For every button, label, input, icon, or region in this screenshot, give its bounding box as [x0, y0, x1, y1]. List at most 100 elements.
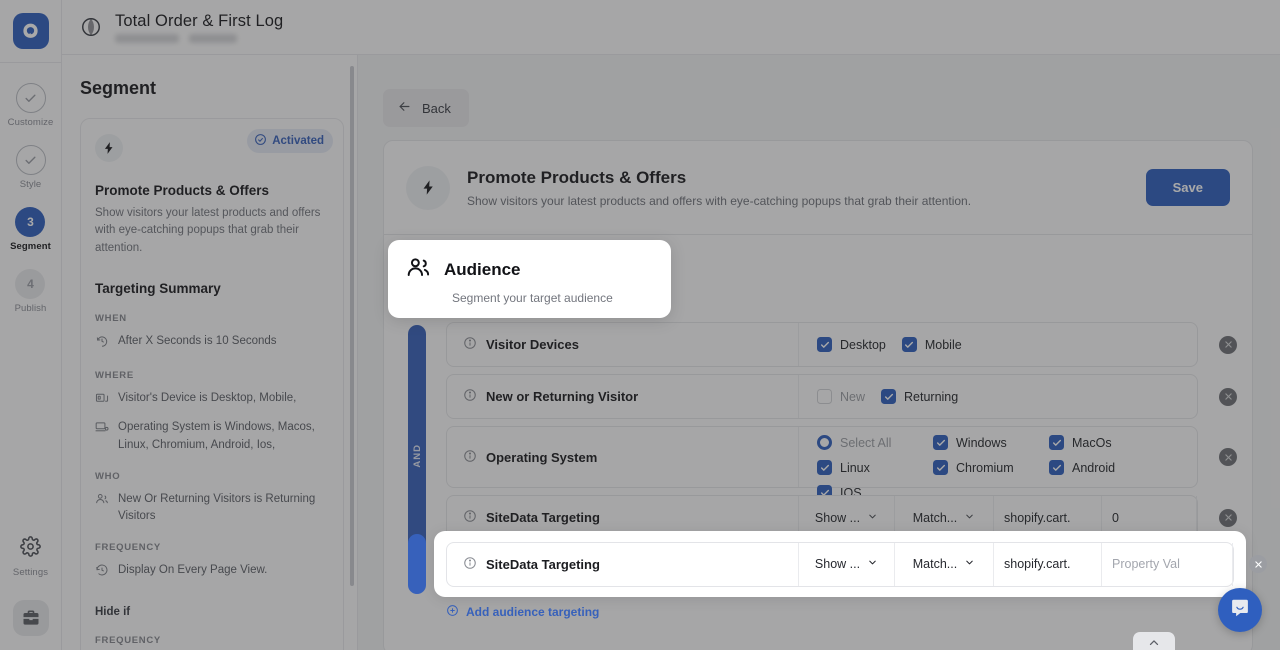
device-icon: [95, 390, 109, 410]
checkbox-label: Mobile: [924, 337, 962, 352]
settings-label: Settings: [12, 567, 49, 578]
close-icon[interactable]: [1219, 387, 1237, 406]
and-connector-highlight: [408, 534, 426, 594]
checkbox-chromium[interactable]: Chromium: [933, 460, 1029, 475]
checkbox-box[interactable]: [901, 337, 917, 352]
checkbox-box[interactable]: [1049, 460, 1064, 475]
checkbox-box[interactable]: [817, 337, 832, 352]
checkbox-new[interactable]: New: [817, 389, 865, 404]
sidebar-step-publish[interactable]: 4 Publish: [15, 269, 47, 314]
topbar-subtitle-redacted: [115, 33, 283, 43]
checkbox-box[interactable]: [1049, 435, 1064, 450]
topbar-texts: Total Order & First Log: [115, 12, 283, 43]
info-icon[interactable]: [463, 509, 477, 526]
back-button[interactable]: Back: [383, 89, 469, 127]
checkbox-android[interactable]: Android: [1049, 460, 1145, 475]
checkbox-box[interactable]: [933, 460, 948, 475]
segment-panel-title: Segment: [80, 78, 157, 98]
summary-kicker: WHEN: [95, 313, 127, 325]
add-audience-targeting-button[interactable]: Add audience targeting: [446, 604, 599, 620]
summary-group-when: WHEN After X Seconds is 10 Seconds: [95, 313, 329, 353]
checkbox-label: Desktop: [840, 337, 886, 352]
step-style-label: Style: [19, 179, 42, 190]
sitedata-value-input[interactable]: Property Val: [1102, 542, 1233, 586]
highlighted-rule-spotlight: SiteData Targeting Show ... Match... sho…: [434, 531, 1267, 597]
audience-popover: Audience Segment your target audience: [388, 240, 671, 318]
hide-if-group-frequency: FREQUENCY Stop Showing The Popup:: [95, 635, 329, 650]
checkbox-macos[interactable]: MacOs: [1049, 435, 1145, 450]
info-icon[interactable]: [463, 449, 477, 466]
summary-item: Operating System is Windows, Macos, Linu…: [95, 419, 329, 454]
sidebar-step-style[interactable]: Style: [15, 145, 46, 190]
checkbox-box[interactable]: [933, 435, 948, 450]
table-row: SiteData Targeting Show ... Match... sho…: [446, 541, 1267, 587]
sitedata-show-select[interactable]: Show ...: [799, 542, 895, 586]
checkbox-desktop[interactable]: Desktop: [817, 337, 886, 352]
users-icon: [95, 491, 109, 511]
campaign-summary-card: Activated Promote Products & Offers Show…: [80, 118, 344, 650]
timer-icon: [95, 333, 109, 353]
chevron-down-icon: [867, 557, 878, 571]
left-rail: Customize Style 3 Segment 4 Publish Sett…: [0, 0, 62, 650]
rail-divider: [0, 62, 62, 63]
checkbox-box[interactable]: [881, 389, 897, 404]
info-icon[interactable]: [463, 336, 477, 353]
hero-title: Promote Products & Offers: [467, 167, 687, 187]
checkbox-linux[interactable]: Linux: [817, 460, 913, 475]
checkbox-label: Returning: [904, 389, 959, 404]
briefcase-icon[interactable]: [12, 600, 49, 636]
checkbox-label: MacOs: [1072, 435, 1112, 450]
property-value: shopify.cart.: [1004, 510, 1071, 525]
rule-name-cell: New or Returning Visitor: [447, 375, 799, 418]
redacted-chip: [115, 33, 179, 43]
rule-rows: Visitor Devices Desktop Mobile New or Re…: [446, 322, 1237, 547]
summary-kicker: FREQUENCY: [95, 542, 161, 554]
checkbox-returning[interactable]: Returning: [881, 389, 958, 404]
audience-popover-subtitle: Segment your target audience: [452, 291, 613, 305]
app-logo-icon[interactable]: [12, 13, 49, 49]
rule-name-cell: Operating System: [447, 427, 799, 487]
step-customize-label: Customize: [7, 117, 54, 128]
chevron-down-icon: [964, 511, 975, 525]
value-placeholder: Property Val: [1112, 557, 1180, 571]
chat-bubble-icon: [1229, 597, 1251, 624]
checkbox-box[interactable]: [817, 389, 832, 404]
close-icon[interactable]: [1219, 448, 1237, 466]
rule-controls: Desktop Mobile: [799, 323, 1197, 366]
select-value: Match...: [912, 557, 958, 571]
redacted-chip: [189, 33, 237, 43]
sidebar-step-customize[interactable]: Customize: [8, 83, 54, 128]
save-button[interactable]: Save: [1145, 169, 1230, 206]
summary-item: Visitor's Device is Desktop, Mobile,: [95, 390, 329, 410]
rule-name-label: SiteData Targeting: [486, 556, 600, 572]
checkbox-windows[interactable]: Windows: [933, 435, 1029, 450]
info-icon[interactable]: [463, 388, 477, 405]
summary-group-frequency: FREQUENCY Display On Every Page View.: [95, 542, 329, 582]
check-circle-icon: [254, 133, 267, 149]
close-icon[interactable]: [1219, 508, 1237, 527]
sidebar-item-settings[interactable]: Settings: [13, 536, 48, 578]
sidebar-step-segment[interactable]: 3 Segment: [10, 207, 51, 252]
checkbox-box[interactable]: [817, 460, 832, 475]
info-icon[interactable]: [463, 556, 477, 573]
radio-button[interactable]: [817, 435, 832, 450]
rule-name-cell: Visitor Devices: [447, 323, 799, 366]
summary-item-text: Operating System is Windows, Macos, Linu…: [118, 421, 315, 451]
chevron-up-icon: [1147, 636, 1161, 650]
collapse-panel-button[interactable]: [1133, 632, 1175, 650]
radio-select-all[interactable]: Select All: [817, 435, 913, 450]
panel-divider: [357, 55, 358, 650]
checkbox-mobile[interactable]: Mobile: [901, 337, 962, 352]
sitedata-property-input[interactable]: shopify.cart.: [994, 542, 1102, 586]
segment-panel-scrollbar[interactable]: [350, 66, 354, 586]
sitedata-match-select[interactable]: Match...: [895, 542, 994, 586]
globe-icon: [80, 16, 102, 38]
rule-name-label: Operating System: [486, 449, 598, 465]
os-icon: [95, 419, 109, 439]
close-icon[interactable]: [1249, 555, 1267, 573]
select-value: Show ...: [814, 510, 861, 525]
chat-widget-button[interactable]: [1218, 588, 1262, 632]
close-icon[interactable]: [1219, 335, 1237, 354]
summary-kicker: WHERE: [95, 370, 134, 382]
radio-label: Select All: [840, 435, 892, 450]
